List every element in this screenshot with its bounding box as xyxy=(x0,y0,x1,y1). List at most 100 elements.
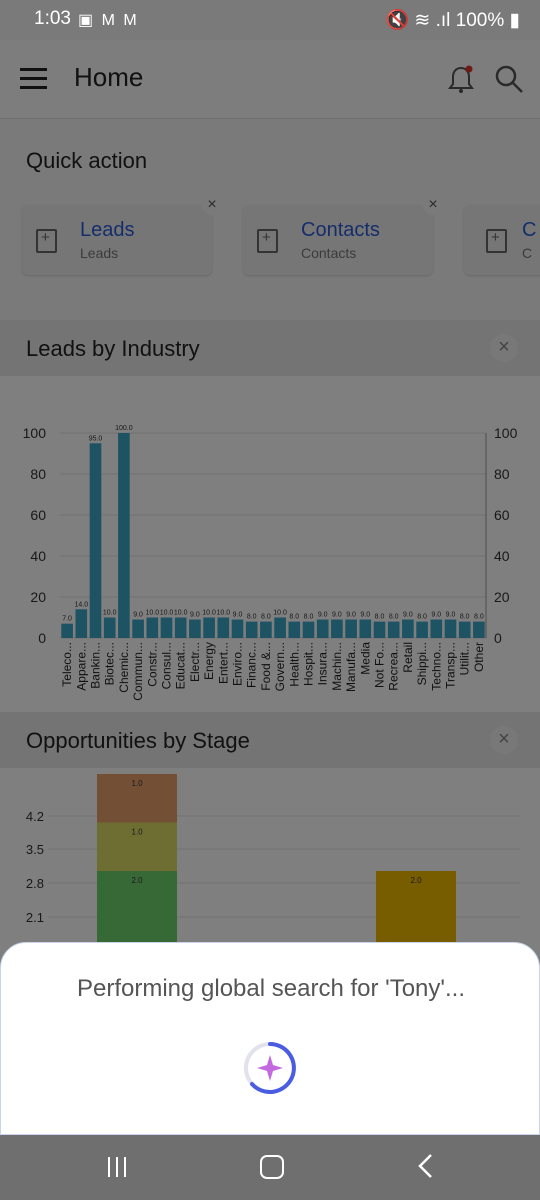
quick-action-leads[interactable]: Leads Leads × xyxy=(22,195,222,275)
y-tick-label: 4.2 xyxy=(26,809,44,824)
bar xyxy=(345,619,357,638)
global-search-sheet: Performing global search for 'Tony'... xyxy=(0,942,540,1135)
leads-by-industry-header: Leads by Industry × xyxy=(0,320,540,376)
add-document-icon xyxy=(486,229,507,253)
x-tick-label: Hospit... xyxy=(302,642,316,686)
x-tick-label: Consul... xyxy=(160,642,174,689)
x-tick-label: Not Fo... xyxy=(373,642,387,688)
bar xyxy=(245,621,258,638)
bar xyxy=(103,617,116,638)
x-tick-label: Chemic... xyxy=(117,642,131,693)
x-tick-label: Food &... xyxy=(259,642,273,691)
x-tick-label: Teleco... xyxy=(60,642,74,687)
data-label: 9.0 xyxy=(318,612,328,619)
status-time: 1:03 xyxy=(34,8,71,29)
system-nav-bar xyxy=(0,1135,540,1200)
bar xyxy=(61,623,73,638)
bar xyxy=(118,433,130,638)
bar xyxy=(189,619,201,638)
bar xyxy=(444,619,457,638)
y-tick-label-left: 0 xyxy=(38,630,46,646)
y-tick-label: 2.8 xyxy=(26,876,44,891)
data-label: 9.0 xyxy=(431,612,441,619)
x-tick-label: Educat... xyxy=(174,642,188,689)
data-label: 10.0 xyxy=(160,610,174,617)
data-label: 9.0 xyxy=(233,612,243,619)
data-label: 8.0 xyxy=(304,614,314,621)
search-status-message: Performing global search for 'Tony'... xyxy=(76,975,465,1002)
quick-action-partial[interactable]: C C xyxy=(464,205,540,275)
opportunities-chart-area: 4.2 3.5 2.8 2.1 2.0 1.0 1.0 2.0 xyxy=(0,768,540,968)
battery-level: 100% xyxy=(455,10,505,31)
bar xyxy=(288,621,301,638)
bar xyxy=(231,619,244,638)
recent-apps-icon[interactable] xyxy=(108,1157,132,1177)
x-tick-label: Other xyxy=(472,642,486,672)
search-icon[interactable] xyxy=(494,64,524,94)
y-tick-label: 3.5 xyxy=(26,842,44,857)
notification-icons: ▣ M M xyxy=(78,12,139,29)
bar xyxy=(160,617,173,638)
data-label: 8.0 xyxy=(474,614,484,621)
x-tick-label: Techno... xyxy=(429,642,443,691)
x-tick-label: Media xyxy=(358,642,372,675)
x-tick-label: Manufa... xyxy=(344,642,358,692)
data-label: 9.0 xyxy=(403,612,413,619)
y-tick-label-left: 40 xyxy=(30,548,46,564)
bar xyxy=(89,443,102,638)
add-document-icon xyxy=(257,229,278,253)
back-icon[interactable] xyxy=(416,1153,434,1179)
opportunities-by-stage-header: Opportunities by Stage × xyxy=(0,712,540,768)
quick-action-title: Quick action xyxy=(26,148,148,173)
x-tick-label: Utilit... xyxy=(458,642,472,675)
bar xyxy=(132,619,144,638)
y-tick-label-right: 0 xyxy=(494,630,502,646)
x-tick-label: Machin... xyxy=(330,642,344,691)
page-title: Home xyxy=(74,62,144,92)
bar xyxy=(387,621,400,638)
quick-action-label: Leads xyxy=(80,219,135,241)
y-tick-label-right: 60 xyxy=(494,507,510,523)
x-tick-label: Govern... xyxy=(273,642,287,691)
y-tick-label-left: 100 xyxy=(23,425,47,441)
close-icon[interactable]: × xyxy=(490,726,518,754)
y-tick-label-right: 100 xyxy=(494,425,518,441)
x-tick-label: Appare... xyxy=(74,642,88,691)
home-button-icon[interactable] xyxy=(260,1155,284,1179)
data-label: 10.0 xyxy=(216,610,230,617)
x-tick-label: Bankin... xyxy=(89,642,103,689)
x-tick-label: Financ... xyxy=(245,642,259,688)
bar xyxy=(473,621,485,638)
data-label: 9.0 xyxy=(346,612,356,619)
y-tick-label-right: 80 xyxy=(494,466,510,482)
leads-by-industry-chart: 0 0 20 20 40 40 60 60 80 80 100 100 7.0 Teleco... 14.0… xyxy=(23,425,518,701)
add-document-icon xyxy=(36,229,57,253)
quick-action-sublabel: Leads xyxy=(80,245,119,261)
y-tick-label-left: 20 xyxy=(30,589,46,605)
close-icon[interactable]: × xyxy=(202,195,222,215)
bar xyxy=(359,619,372,638)
x-tick-label: Retail xyxy=(401,642,415,673)
hamburger-menu-icon[interactable] xyxy=(20,68,47,89)
bar xyxy=(316,619,329,638)
bar xyxy=(416,621,428,638)
x-tick-label: Biotec... xyxy=(103,642,117,685)
bar xyxy=(274,617,286,638)
y-tick-label-left: 60 xyxy=(30,507,46,523)
x-tick-label: Enviro... xyxy=(231,642,245,686)
y-tick-label: 2.1 xyxy=(26,910,44,925)
x-tick-label: Health... xyxy=(287,642,301,687)
data-label: 8.0 xyxy=(261,614,271,621)
opportunities-by-stage-chart: 4.2 3.5 2.8 2.1 2.0 1.0 1.0 2.0 xyxy=(26,774,520,968)
close-icon[interactable]: × xyxy=(490,334,518,362)
data-label: 9.0 xyxy=(190,612,200,619)
data-label: 8.0 xyxy=(247,614,257,621)
notification-bell-icon[interactable] xyxy=(448,64,474,94)
bar xyxy=(260,621,272,638)
quick-action-contacts[interactable]: Contacts Contacts × xyxy=(243,195,443,275)
data-label: 8.0 xyxy=(417,614,427,621)
close-icon[interactable]: × xyxy=(423,195,443,215)
ai-sparkle-spinner-icon xyxy=(244,1042,296,1094)
data-label: 10.0 xyxy=(273,610,287,617)
data-label: 10.0 xyxy=(202,610,216,617)
